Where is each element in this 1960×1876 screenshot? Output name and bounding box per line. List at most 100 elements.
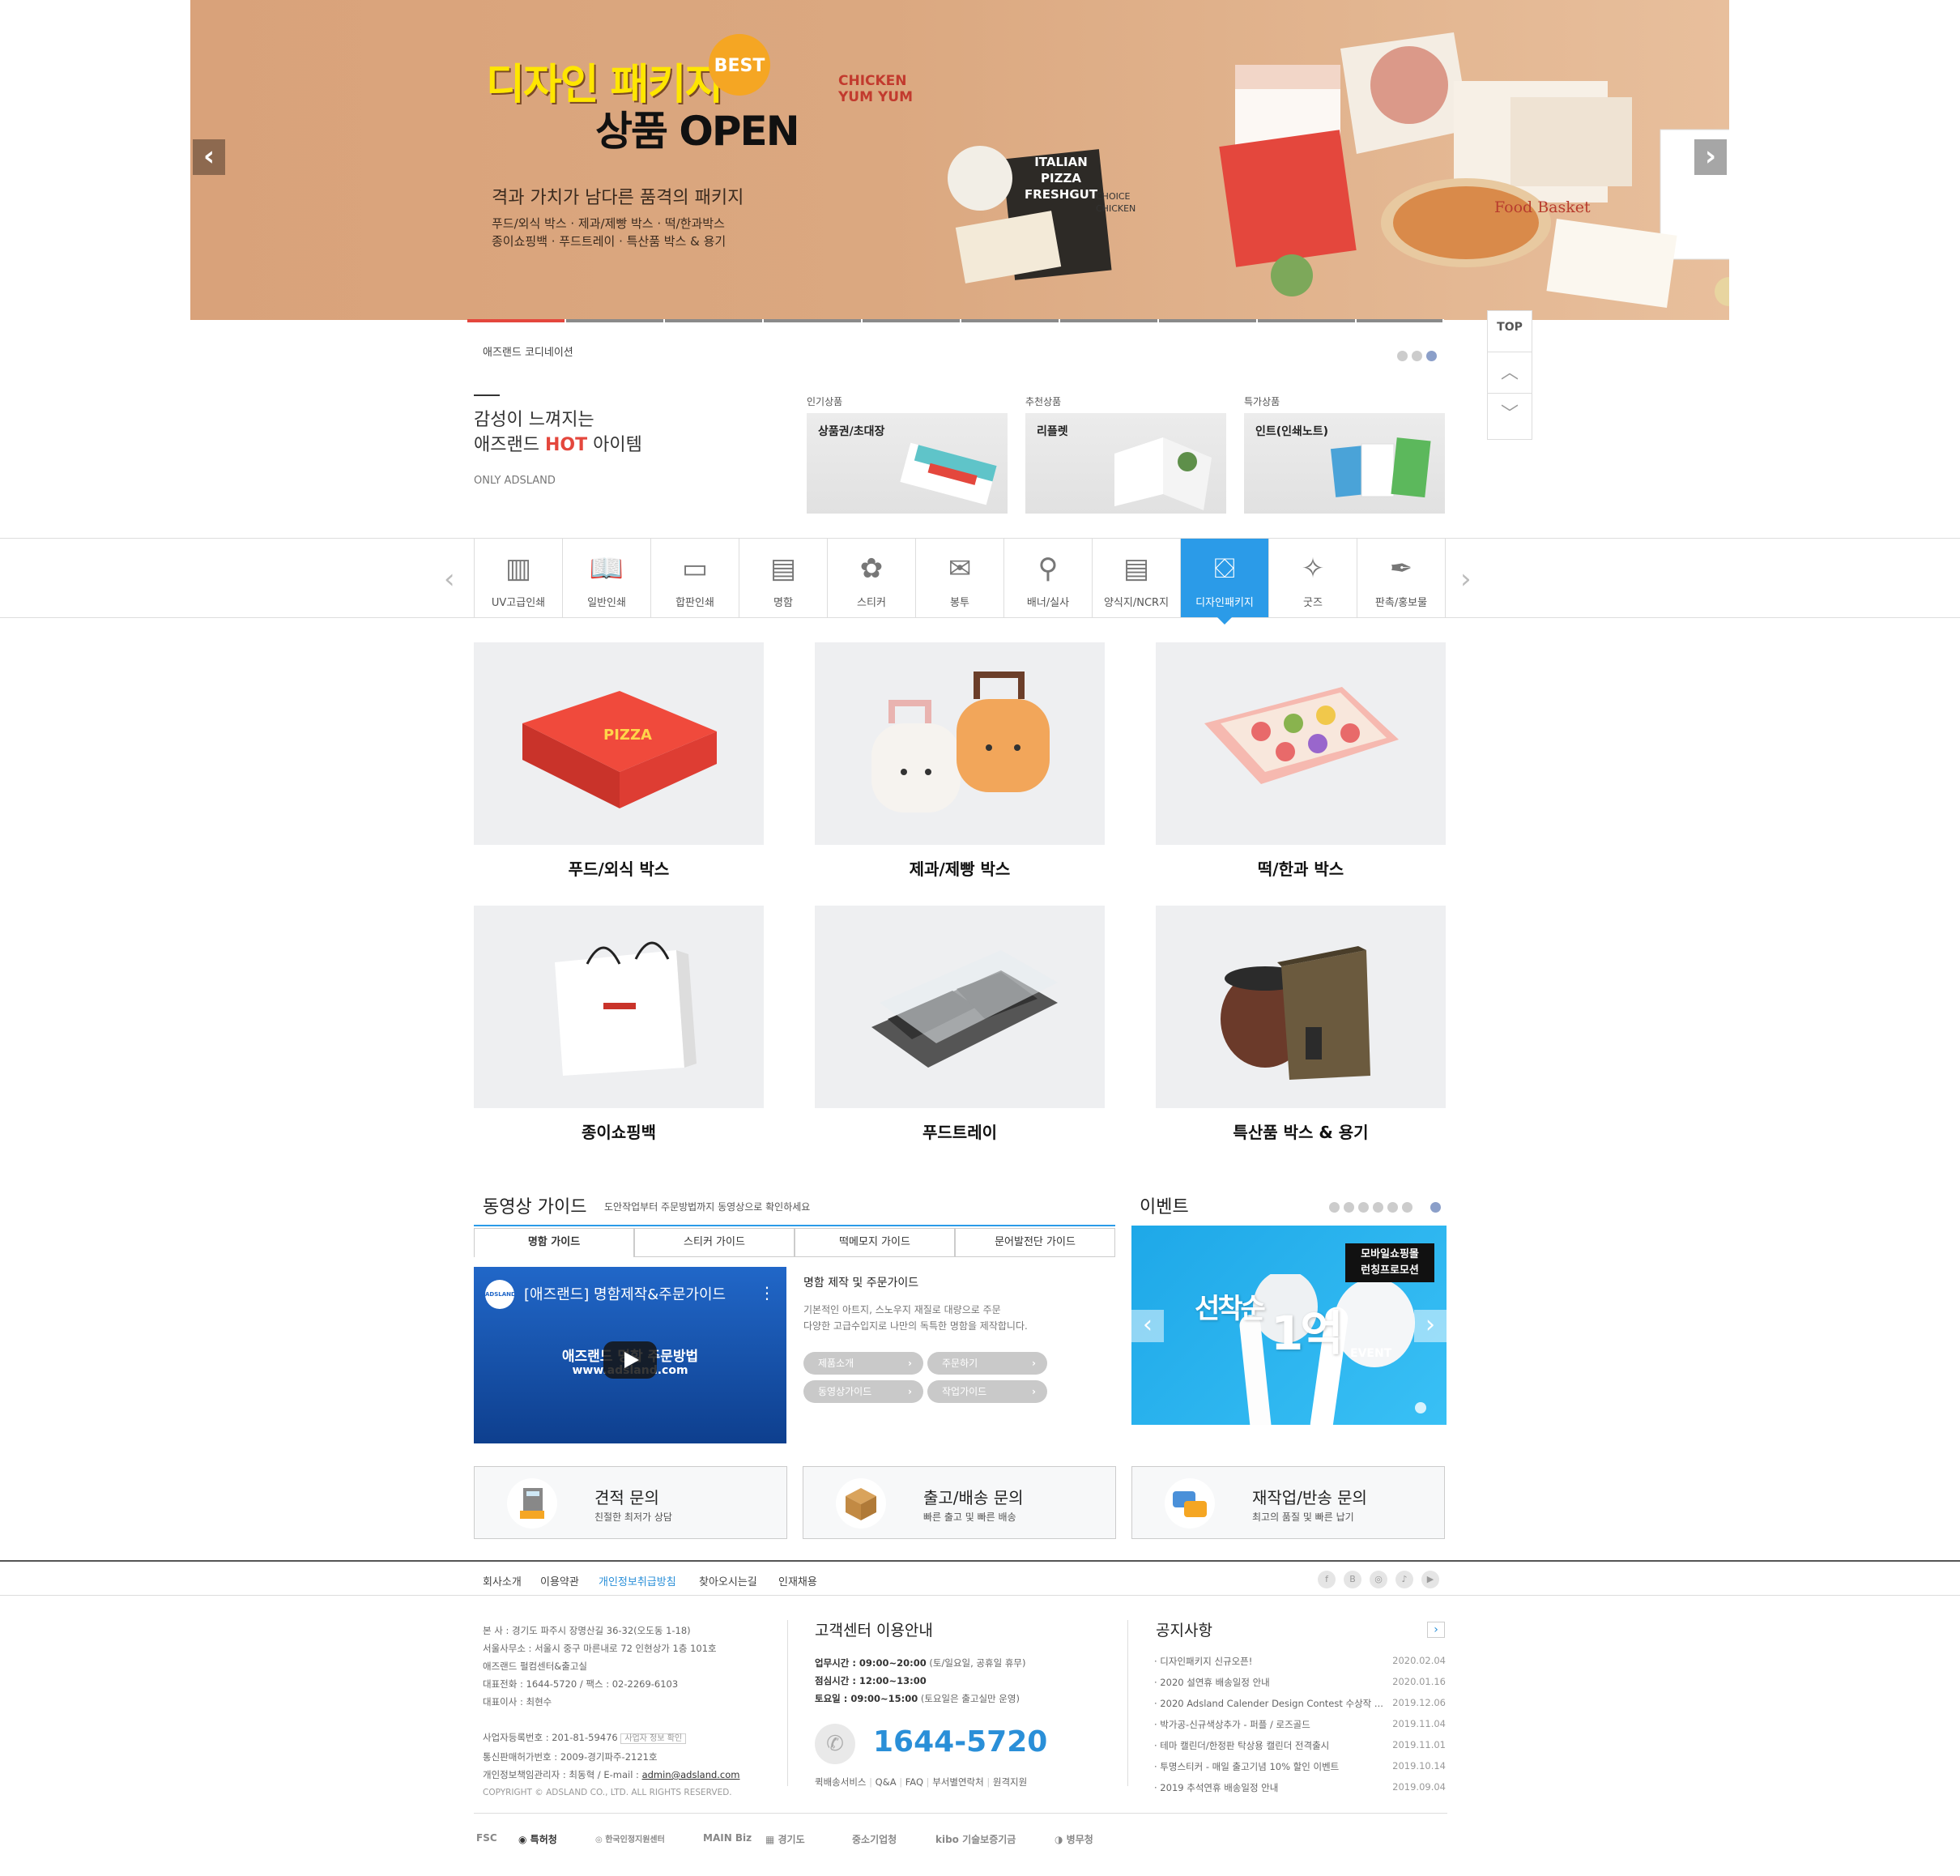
shipping-inquiry-box[interactable]: 출고/배송 문의 빠른 출고 및 빠른 배송	[803, 1466, 1116, 1539]
category-uv-print[interactable]: ▥ UV고급인쇄	[474, 539, 562, 617]
slide-segment[interactable]	[1060, 319, 1159, 322]
hero-banner[interactable]: CHICKEN YUM YUM ITALIAN PIZZA FRESHGUT C…	[190, 0, 1729, 320]
product-card[interactable]	[815, 642, 1105, 845]
category-promo[interactable]: ✒ 판촉/홍보물	[1357, 539, 1445, 617]
event-pager-dot[interactable]	[1387, 1202, 1398, 1213]
product-card[interactable]	[1156, 642, 1446, 845]
notice-item[interactable]: · 디자인패키지 신규오픈! 2020.02.04	[1154, 1655, 1446, 1676]
work-guide-button[interactable]: 작업가이드 ›	[927, 1380, 1047, 1403]
hot-item-card[interactable]: 리플렛	[1025, 413, 1226, 514]
tab-sticker-guide[interactable]: 스티커 가이드	[634, 1228, 795, 1257]
footer-link-privacy[interactable]: 개인정보취급방침	[599, 1573, 676, 1588]
slide-segment[interactable]	[764, 319, 863, 322]
product-card[interactable]	[1156, 906, 1446, 1108]
category-goods[interactable]: ✧ 굿즈	[1268, 539, 1357, 617]
rework-inquiry-box[interactable]: 재작업/반송 문의 최고의 품질 및 빠른 납기	[1131, 1466, 1445, 1539]
chevron-up-icon: ︿	[1500, 363, 1519, 383]
category-prev-button[interactable]: ‹	[444, 563, 455, 595]
category-general-print[interactable]: 📖 일반인쇄	[562, 539, 650, 617]
video-guide-divider	[474, 1225, 1115, 1226]
product-name[interactable]: 종이쇼핑백	[474, 1119, 764, 1143]
more-options-icon[interactable]: ⋮	[759, 1283, 775, 1303]
notice-more-button[interactable]: ›	[1427, 1622, 1445, 1638]
coord-pager-dot[interactable]	[1397, 351, 1408, 361]
youtube-icon[interactable]: ▶	[1421, 1571, 1439, 1588]
company-text: 개인정보책임관리자 : 최동혁 / E-mail :	[483, 1769, 642, 1780]
product-name[interactable]: 특산품 박스 & 용기	[1156, 1119, 1446, 1143]
cs-link[interactable]: 퀵배송서비스	[815, 1776, 866, 1788]
product-card[interactable]	[474, 906, 764, 1108]
box-icon	[836, 1478, 886, 1529]
category-offset-print[interactable]: ▭ 합판인쇄	[650, 539, 739, 617]
cs-link[interactable]: Q&A	[876, 1776, 897, 1788]
product-intro-button[interactable]: 제품소개 ›	[803, 1352, 923, 1375]
notice-item[interactable]: · 투명스티커 - 매일 출고기념 10% 할인 이벤트 2019.10.14	[1154, 1760, 1446, 1781]
tab-business-card-guide[interactable]: 명함 가이드	[474, 1228, 634, 1257]
top-button[interactable]: TOP	[1487, 310, 1532, 352]
scroll-up-button[interactable]: ︿	[1487, 352, 1532, 394]
slide-segment[interactable]	[1258, 319, 1357, 322]
slide-segment[interactable]	[1159, 319, 1258, 322]
slide-segment[interactable]	[467, 319, 566, 322]
coord-pager-dot[interactable]	[1412, 351, 1422, 361]
category-envelope[interactable]: ✉ 봉투	[915, 539, 1003, 617]
category-form-ncr[interactable]: ▤ 양식지/NCR지	[1092, 539, 1180, 617]
slide-segment[interactable]	[1357, 319, 1444, 322]
category-sticker[interactable]: ✿ 스티커	[827, 539, 915, 617]
event-banner[interactable]: 선착순 1억 EVENT 모바일쇼핑몰 런칭프로모션 ‹ ›	[1131, 1226, 1447, 1425]
facebook-icon[interactable]: f	[1318, 1571, 1336, 1588]
category-design-package[interactable]: ⛋ 디자인패키지	[1180, 539, 1268, 617]
play-button[interactable]	[603, 1341, 657, 1379]
slide-segment[interactable]	[961, 319, 1060, 322]
event-pager-dot[interactable]	[1329, 1202, 1340, 1213]
video-player[interactable]: ADSLAND [애즈랜드] 명함제작&주문가이드 ⋮ 애즈랜드 명함 주문방법…	[474, 1267, 786, 1443]
category-business-card[interactable]: ▤ 명함	[739, 539, 827, 617]
coord-pager-dot[interactable]	[1426, 351, 1437, 361]
hot-item-card[interactable]: 상품권/초대장	[807, 413, 1008, 514]
product-card[interactable]	[815, 906, 1105, 1108]
notice-item[interactable]: · 테마 캘린더/한정판 탁상용 캘린더 전격출시 2019.11.01	[1154, 1739, 1446, 1760]
footer-link-terms[interactable]: 이용약관	[540, 1573, 579, 1588]
product-name[interactable]: 푸드/외식 박스	[474, 856, 764, 880]
kakao-icon[interactable]: ♪	[1395, 1571, 1413, 1588]
instagram-icon[interactable]: ◎	[1370, 1571, 1387, 1588]
order-button[interactable]: 주문하기 ›	[927, 1352, 1047, 1375]
category-next-button[interactable]: ›	[1460, 563, 1472, 595]
event-next-button[interactable]: ›	[1414, 1310, 1447, 1342]
notice-item[interactable]: · 박가공-신규색상추가 - 퍼플 / 로즈골드 2019.11.04	[1154, 1718, 1446, 1739]
product-name[interactable]: 떡/한과 박스	[1156, 856, 1446, 880]
quote-inquiry-box[interactable]: 견적 문의 친절한 최저가 상담	[474, 1466, 787, 1539]
video-guide-button[interactable]: 동영상가이드 ›	[803, 1380, 923, 1403]
blog-icon[interactable]: B	[1344, 1571, 1361, 1588]
footer-link-careers[interactable]: 인재채용	[778, 1573, 817, 1588]
event-pager-dot[interactable]	[1344, 1202, 1354, 1213]
event-prev-button[interactable]: ‹	[1131, 1310, 1164, 1342]
footer-link-company[interactable]: 회사소개	[483, 1573, 522, 1588]
event-pager-dot[interactable]	[1430, 1202, 1441, 1213]
cs-link[interactable]: 부서별연락처	[932, 1776, 983, 1788]
business-info-button[interactable]: 사업자 정보 확인	[620, 1733, 687, 1744]
hot-item-card[interactable]: 인트(인쇄노트)	[1244, 413, 1445, 514]
tab-memo-guide[interactable]: 떡메모지 가이드	[795, 1228, 955, 1257]
product-card[interactable]: PIZZA	[474, 642, 764, 845]
hero-prev-button[interactable]: ‹	[193, 139, 225, 175]
hero-next-button[interactable]: ›	[1694, 139, 1727, 175]
slide-segment[interactable]	[863, 319, 961, 322]
product-name[interactable]: 제과/제빵 박스	[815, 856, 1105, 880]
footer-link-directions[interactable]: 찾아오시는길	[699, 1573, 757, 1588]
notice-item[interactable]: · 2020 설연휴 배송일정 안내 2020.01.16	[1154, 1676, 1446, 1697]
cs-link[interactable]: FAQ	[905, 1776, 923, 1788]
category-banner[interactable]: ⚲ 배너/실사	[1003, 539, 1092, 617]
notice-item[interactable]: · 2019 추석연휴 배송일정 안내 2019.09.04	[1154, 1781, 1446, 1802]
notice-item[interactable]: · 2020 Adsland Calender Design Contest 수…	[1154, 1697, 1446, 1718]
slide-segment[interactable]	[566, 319, 665, 322]
email-link[interactable]: admin@adsland.com	[642, 1769, 740, 1780]
product-name[interactable]: 푸드트레이	[815, 1119, 1105, 1143]
slide-segment[interactable]	[665, 319, 764, 322]
cs-link[interactable]: 원격지원	[993, 1776, 1027, 1788]
event-pager-dot[interactable]	[1373, 1202, 1383, 1213]
scroll-down-button[interactable]: ﹀	[1487, 393, 1532, 440]
event-pager-dot[interactable]	[1358, 1202, 1369, 1213]
event-pager-dot[interactable]	[1402, 1202, 1412, 1213]
tab-flyer-guide[interactable]: 문어발전단 가이드	[955, 1228, 1115, 1257]
